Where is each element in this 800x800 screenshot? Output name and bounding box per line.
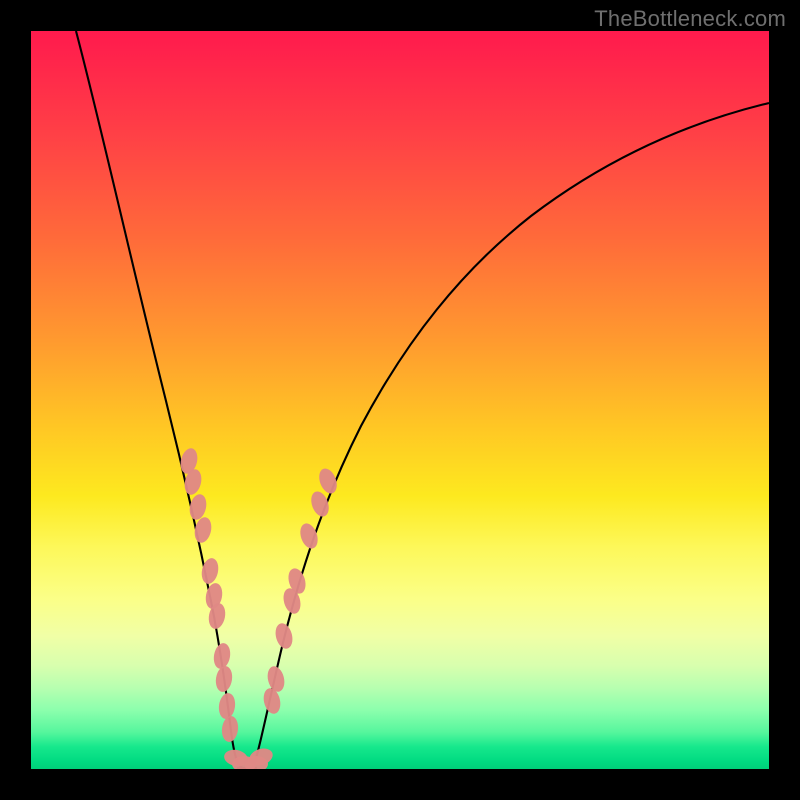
curve-right xyxy=(253,103,769,768)
plot-area xyxy=(31,31,769,769)
watermark-text: TheBottleneck.com xyxy=(594,6,786,32)
chart-svg xyxy=(31,31,769,769)
chart-frame: TheBottleneck.com xyxy=(0,0,800,800)
marker-group xyxy=(178,446,340,769)
